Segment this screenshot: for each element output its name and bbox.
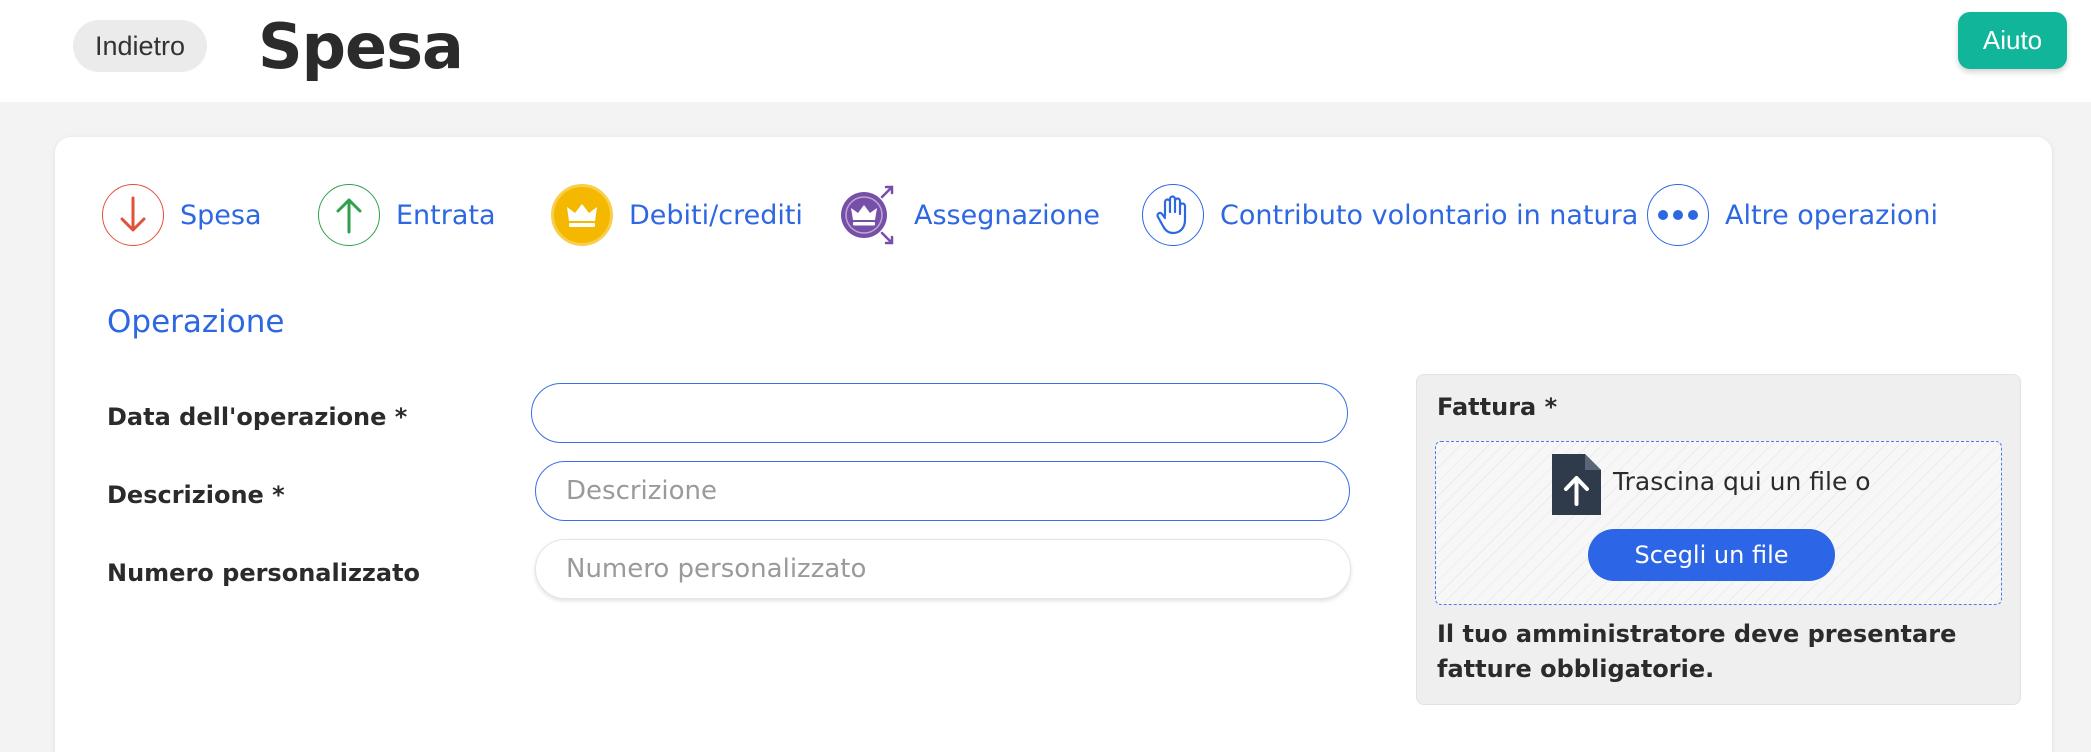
custom-number-label: Numero personalizzato xyxy=(107,559,421,587)
tab-label: Altre operazioni xyxy=(1725,199,1938,231)
tab-altre-operazioni[interactable]: Altre operazioni xyxy=(1647,183,1938,247)
description-field[interactable] xyxy=(535,461,1350,521)
tab-assegnazione[interactable]: Assegnazione xyxy=(836,183,1100,247)
file-upload-icon xyxy=(1552,454,1601,515)
back-button[interactable]: Indietro xyxy=(73,20,208,72)
custom-number-field[interactable] xyxy=(535,539,1351,599)
drop-instructions: Trascina qui un file o xyxy=(1613,467,1871,496)
help-button[interactable]: Aiuto xyxy=(1958,12,2067,69)
tab-label: Contributo volontario in natura xyxy=(1220,199,1639,231)
top-header: Indietro Spesa Aiuto xyxy=(0,0,2091,102)
invoice-title: Fattura * xyxy=(1437,393,1558,421)
arrow-down-icon xyxy=(102,184,164,246)
tab-contributo-volontario[interactable]: Contributo volontario in natura xyxy=(1142,183,1638,247)
invoice-note: Il tuo amministratore deve presentare fa… xyxy=(1437,620,1957,683)
date-label: Data dell'operazione * xyxy=(107,403,408,431)
crown-icon xyxy=(551,184,613,246)
hand-icon xyxy=(1142,184,1204,246)
tab-label: Spesa xyxy=(180,199,262,231)
description-label: Descrizione * xyxy=(107,481,285,509)
more-dots-icon xyxy=(1647,184,1709,246)
arrow-up-icon xyxy=(318,184,380,246)
tab-spesa[interactable]: Spesa xyxy=(102,183,262,247)
tab-label: Debiti/crediti xyxy=(629,199,803,231)
tab-entrata[interactable]: Entrata xyxy=(318,183,496,247)
tab-label: Entrata xyxy=(396,199,496,231)
page-title: Spesa xyxy=(258,10,464,83)
crown-expand-icon xyxy=(836,184,898,246)
section-title: Operazione xyxy=(107,304,285,340)
choose-file-button[interactable]: Scegli un file xyxy=(1588,529,1835,581)
date-field[interactable] xyxy=(531,383,1348,443)
tab-label: Assegnazione xyxy=(914,199,1100,231)
tab-debiti-crediti[interactable]: Debiti/crediti xyxy=(551,183,803,247)
